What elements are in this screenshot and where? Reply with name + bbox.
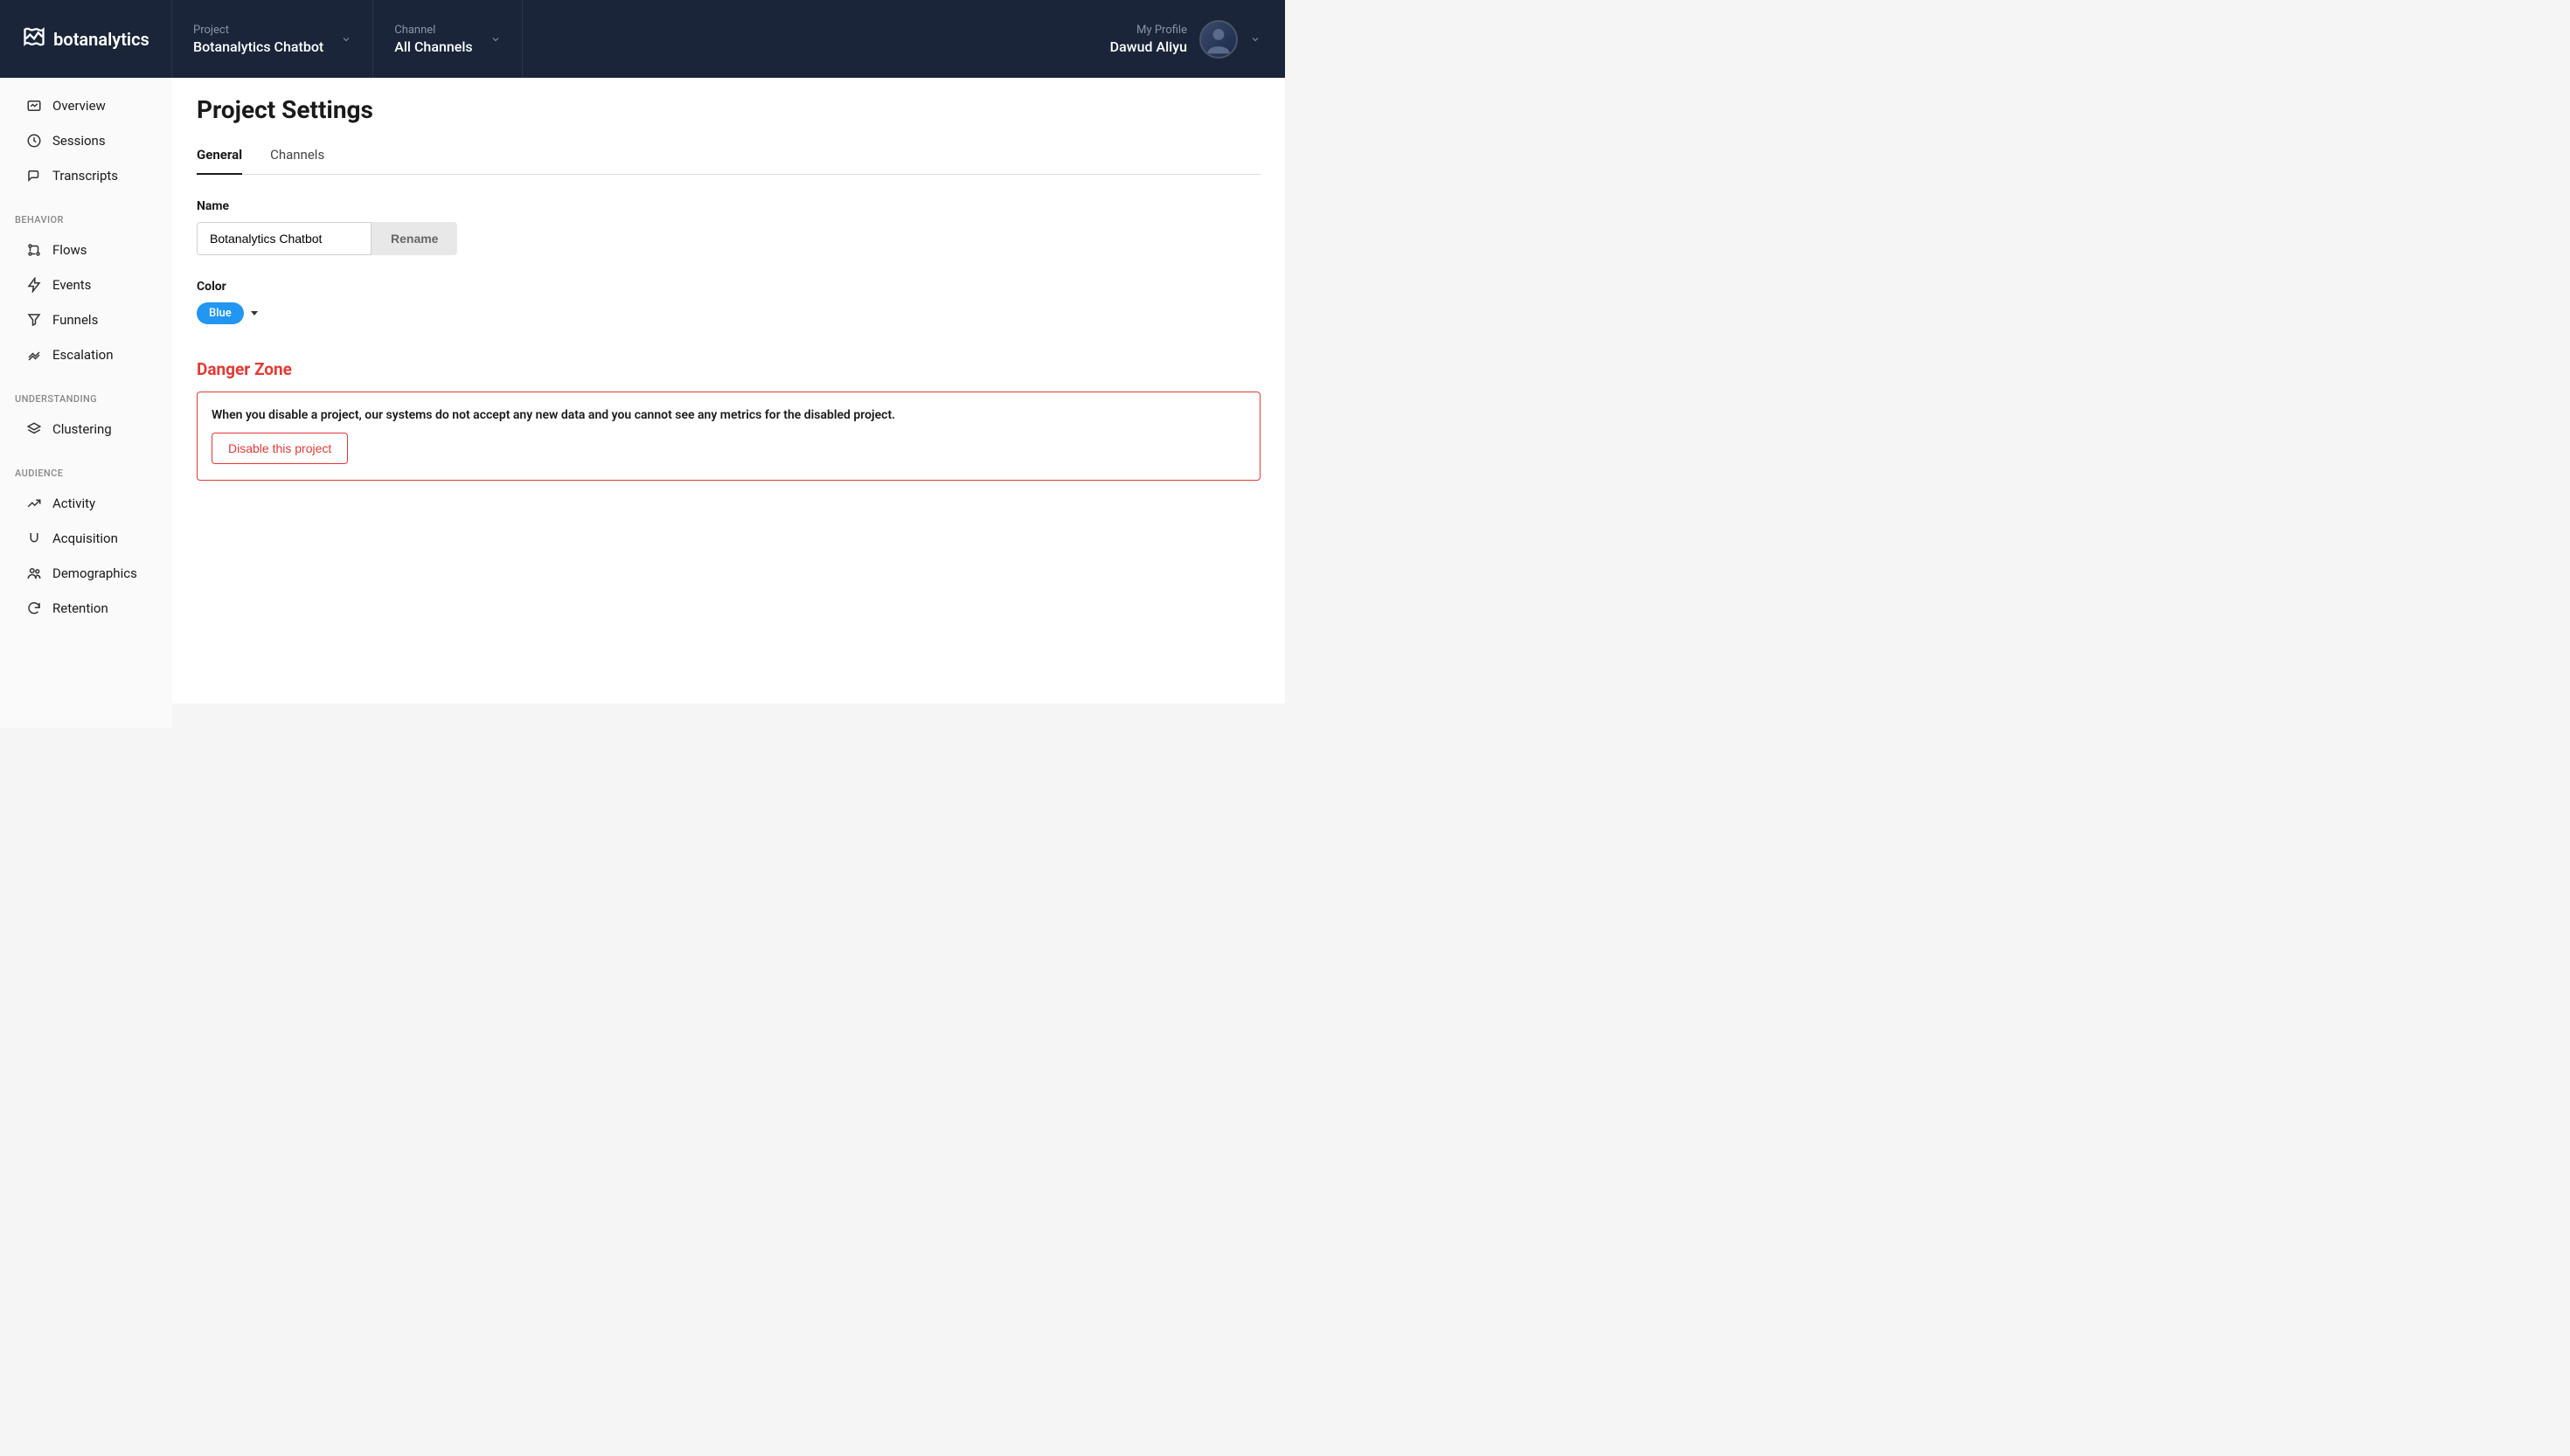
clock-icon (26, 133, 42, 149)
sidebar-item-label: Sessions (52, 133, 106, 149)
sidebar-item-demographics[interactable]: Demographics (0, 556, 172, 591)
sidebar-item-label: Overview (52, 98, 106, 114)
users-icon (26, 565, 42, 581)
color-label: Color (197, 280, 1261, 294)
chevron-down-icon (341, 34, 351, 45)
sidebar-item-label: Demographics (52, 565, 137, 581)
danger-zone-text: When you disable a project, our systems … (212, 408, 1246, 422)
refresh-icon (26, 600, 42, 616)
overview-icon (26, 98, 42, 114)
profile-label: My Profile (1136, 24, 1187, 37)
sidebar-item-label: Retention (52, 600, 108, 616)
channel-selector-label: Channel (394, 24, 472, 37)
sidebar-item-label: Transcripts (52, 168, 118, 184)
profile-menu[interactable]: My Profile Dawud Aliyu (1086, 20, 1285, 59)
main-content: Project Settings General Channels Name R… (172, 78, 1285, 704)
channel-selector[interactable]: Channel All Channels (373, 0, 522, 78)
escalation-icon (26, 347, 42, 363)
sidebar-item-label: Funnels (52, 312, 98, 328)
name-label: Name (197, 199, 1261, 213)
sidebar-item-label: Acquisition (52, 530, 118, 546)
sidebar-item-transcripts[interactable]: Transcripts (0, 158, 172, 193)
sidebar-item-acquisition[interactable]: Acquisition (0, 521, 172, 556)
sidebar-section-understanding: UNDERSTANDING (0, 372, 172, 412)
flows-icon (26, 242, 42, 258)
profile-name: Dawud Aliyu (1110, 38, 1187, 55)
magnet-icon (26, 530, 42, 546)
page-title: Project Settings (197, 95, 1261, 124)
trend-icon (26, 496, 42, 511)
sidebar-item-sessions[interactable]: Sessions (0, 123, 172, 158)
sidebar-item-funnels[interactable]: Funnels (0, 302, 172, 337)
sidebar-item-events[interactable]: Events (0, 267, 172, 302)
channel-selector-value: All Channels (394, 38, 472, 55)
danger-zone-title: Danger Zone (197, 359, 1261, 379)
color-selector[interactable]: Blue (197, 302, 258, 324)
sidebar: Overview Sessions Transcripts BEHAVIOR F… (0, 78, 172, 728)
project-selector-label: Project (193, 24, 323, 37)
danger-zone: When you disable a project, our systems … (197, 392, 1261, 481)
sidebar-item-label: Flows (52, 242, 87, 258)
funnel-icon (26, 312, 42, 328)
logo-icon (22, 24, 46, 53)
tab-general[interactable]: General (197, 147, 242, 175)
avatar (1199, 20, 1238, 59)
sidebar-item-label: Activity (52, 496, 95, 511)
sidebar-item-retention[interactable]: Retention (0, 591, 172, 626)
project-name-input[interactable] (197, 222, 372, 255)
sidebar-item-label: Clustering (52, 421, 112, 437)
disable-project-button[interactable]: Disable this project (212, 433, 348, 464)
brand-name: botanalytics (53, 29, 149, 50)
sidebar-item-activity[interactable]: Activity (0, 486, 172, 521)
layers-icon (26, 421, 42, 437)
bolt-icon (26, 277, 42, 293)
sidebar-item-escalation[interactable]: Escalation (0, 337, 172, 372)
project-selector[interactable]: Project Botanalytics Chatbot (172, 0, 373, 78)
sidebar-item-flows[interactable]: Flows (0, 232, 172, 267)
topbar: botanalytics Project Botanalytics Chatbo… (0, 0, 1285, 78)
chat-icon (26, 168, 42, 184)
settings-tabs: General Channels (197, 147, 1261, 175)
color-chip: Blue (197, 302, 244, 324)
tab-channels[interactable]: Channels (270, 147, 324, 174)
logo[interactable]: botanalytics (0, 0, 172, 78)
sidebar-section-behavior: BEHAVIOR (0, 193, 172, 232)
chevron-down-icon (1250, 34, 1261, 45)
sidebar-item-label: Escalation (52, 347, 113, 363)
chevron-down-icon (490, 34, 501, 45)
sidebar-section-audience: AUDIENCE (0, 447, 172, 486)
rename-button[interactable]: Rename (372, 222, 457, 255)
sidebar-item-label: Events (52, 277, 91, 293)
project-selector-value: Botanalytics Chatbot (193, 38, 323, 55)
sidebar-item-overview[interactable]: Overview (0, 88, 172, 123)
caret-down-icon (251, 311, 258, 315)
sidebar-item-clustering[interactable]: Clustering (0, 412, 172, 447)
